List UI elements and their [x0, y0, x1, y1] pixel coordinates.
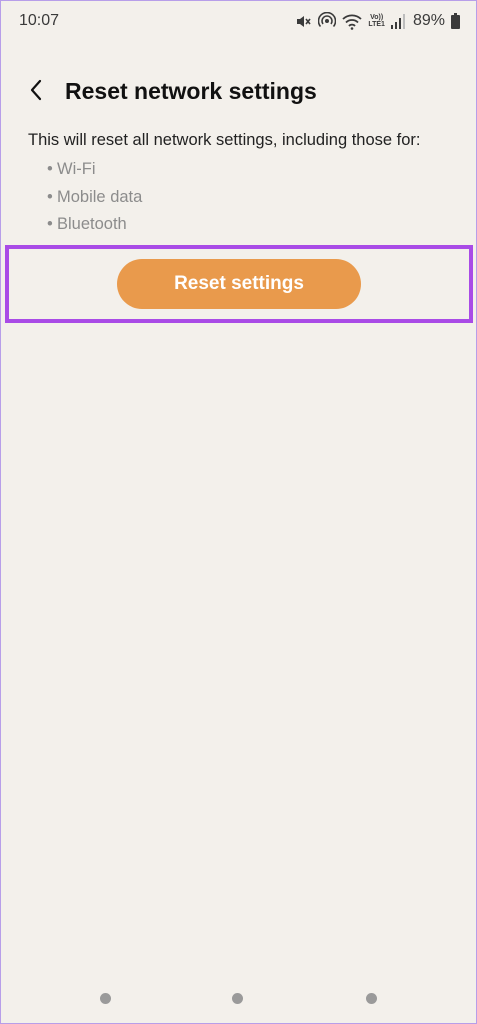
network-list: • Wi-Fi • Mobile data • Bluetooth — [47, 159, 142, 242]
nav-bar — [1, 989, 476, 1009]
battery-percent: 89% — [412, 12, 445, 29]
list-item-label: Wi-Fi — [57, 160, 96, 178]
status-time: 10:07 — [19, 12, 60, 29]
chevron-left-icon — [29, 79, 43, 106]
nav-back-button[interactable] — [366, 993, 377, 1004]
bullet-dot: • — [47, 215, 53, 233]
nav-home-button[interactable] — [232, 993, 243, 1004]
reset-settings-button[interactable]: Reset settings — [117, 259, 361, 309]
hotspot-icon — [318, 12, 337, 30]
bullet-dot: • — [47, 160, 53, 178]
status-icons: Vo)) LTE1 89% — [295, 10, 460, 32]
nav-recents-button[interactable] — [100, 993, 111, 1004]
back-button[interactable] — [21, 77, 51, 107]
volte-lte-icon: Vo)) LTE1 — [368, 14, 385, 28]
volte-bottom-label: LTE1 — [368, 21, 385, 28]
list-item-label: Mobile data — [57, 187, 143, 206]
volte-top-label: Vo)) — [370, 14, 384, 21]
header: Reset network settings — [1, 71, 476, 111]
wifi-icon — [342, 13, 362, 30]
list-item-mobile-data: • Mobile data — [47, 187, 142, 215]
list-item-wifi: • Wi-Fi — [47, 159, 142, 187]
list-item-bluetooth: • Bluetooth — [47, 214, 142, 242]
screen: 10:07 Vo)) LTE1 89% Reset network settin… — [1, 1, 476, 1023]
mute-icon — [295, 13, 312, 30]
signal-icon — [390, 13, 405, 29]
status-bar: 10:07 Vo)) LTE1 89% — [1, 1, 476, 41]
description-text: This will reset all network settings, in… — [28, 131, 421, 149]
list-item-label: Bluetooth — [57, 215, 127, 233]
page-title: Reset network settings — [65, 78, 317, 104]
battery-icon — [451, 13, 460, 29]
bullet-dot: • — [47, 187, 53, 206]
